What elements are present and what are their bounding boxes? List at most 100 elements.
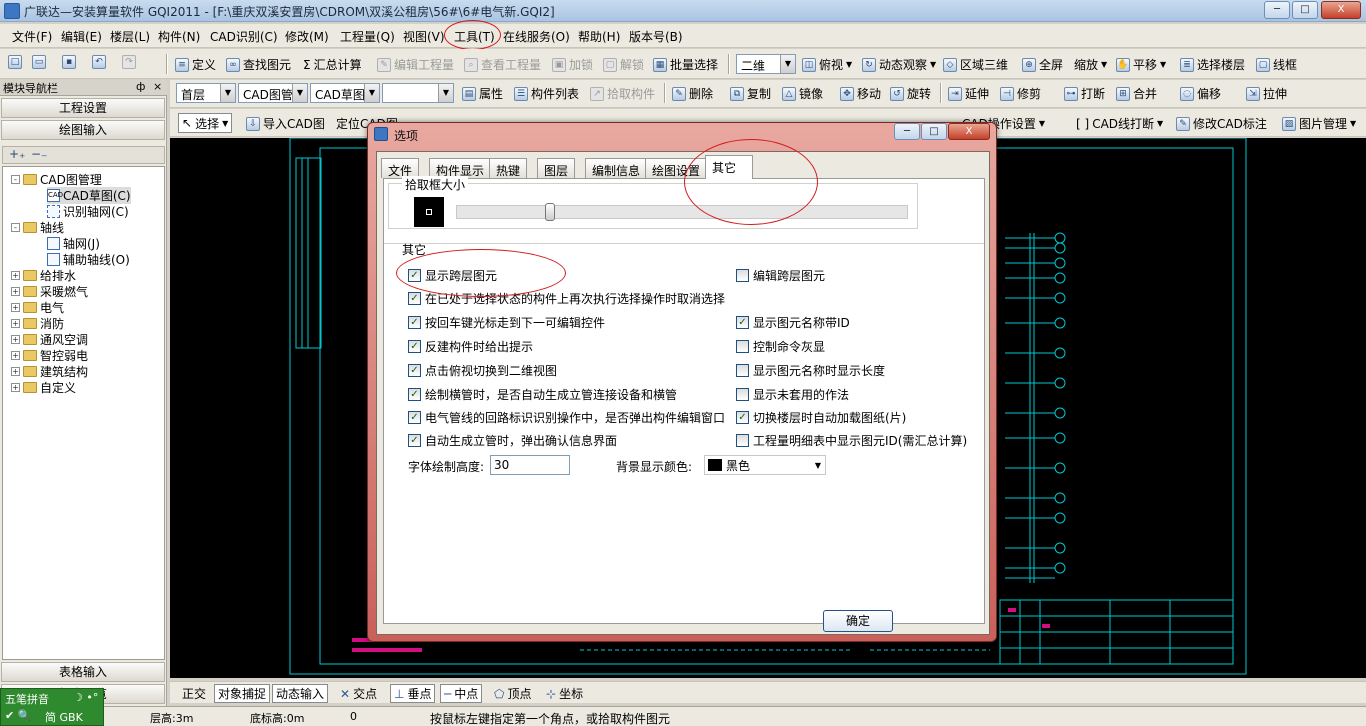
component-select[interactable]: ▼ [382, 83, 454, 103]
checkbox-auto-riser[interactable]: ✓ [408, 388, 421, 401]
menu-component[interactable]: 构件(N) [158, 28, 200, 45]
tab-compile-info[interactable]: 编制信息 [585, 158, 648, 178]
wireframe-button[interactable]: ▢ 线框 [1256, 56, 1297, 73]
ime-toolbar[interactable]: 五笔拼音 ☽ •° ✔ 🔍 简 GBK [0, 688, 104, 726]
expand-icon[interactable]: + [11, 383, 20, 392]
expand-icon[interactable]: + [11, 319, 20, 328]
drawing-input-button[interactable]: 绘图输入 [1, 120, 165, 140]
expand-icon[interactable]: + [11, 271, 20, 280]
option-enter-next-control[interactable]: ✓ 按回车键光标走到下一可编辑控件 [408, 314, 605, 331]
close-button[interactable]: X [1321, 1, 1361, 19]
define-button[interactable]: ≡ 定义 [175, 56, 216, 73]
menu-modify[interactable]: 修改(M) [285, 28, 329, 45]
pin-icon[interactable]: ф [136, 80, 145, 93]
pick-component-button[interactable]: ↗ 拾取构件 [590, 85, 655, 102]
checkbox-show-unapplied[interactable] [736, 388, 749, 401]
option-deselect-on-reselect[interactable]: ✓ 在已处于选择状态的构件上再次执行选择操作时取消选择 [408, 290, 725, 307]
find-element-button[interactable]: ∞ 查找图元 [226, 56, 291, 73]
dialog-close-button[interactable]: X [948, 123, 990, 140]
checkbox-edit-cross-floor[interactable] [736, 269, 749, 282]
tree-item-plumbing[interactable]: + 给排水 [11, 267, 76, 284]
tree-item-axis[interactable]: - 轴线 [11, 219, 64, 236]
cad-line-break-button[interactable]: [ ] CAD线打断 ▼ [1076, 115, 1163, 132]
snap-intersection-button[interactable]: ✕ 交点 [340, 685, 377, 702]
option-name-with-id[interactable]: ✓ 显示图元名称带ID [736, 314, 850, 331]
menu-version[interactable]: 版本号(B) [629, 28, 683, 45]
close-icon[interactable]: × [153, 80, 162, 93]
tab-layer[interactable]: 图层 [537, 158, 576, 178]
component-list-button[interactable]: ☰ 构件列表 [514, 85, 579, 102]
option-auto-load-drawing[interactable]: ✓ 切换楼层时自动加载图纸(片) [736, 409, 906, 426]
checkbox-show-cross-floor[interactable]: ✓ [408, 269, 421, 282]
checkbox-command-gray[interactable] [736, 340, 749, 353]
checkbox-enter-next-control[interactable]: ✓ [408, 316, 421, 329]
menu-tools[interactable]: 工具(T) [454, 28, 495, 45]
pick-box-slider-thumb[interactable] [545, 203, 555, 221]
edit-quantity-button[interactable]: ✎ 编辑工程量 [377, 56, 454, 73]
minimize-button[interactable]: ─ [1264, 1, 1290, 19]
open-file-button[interactable]: ▭ [32, 55, 46, 69]
tree-item-fire[interactable]: + 消防 [11, 315, 64, 332]
option-command-gray[interactable]: 控制命令灰显 [736, 338, 825, 355]
expand-icon[interactable]: + [11, 335, 20, 344]
stretch-button[interactable]: ⇲ 拉伸 [1246, 85, 1287, 102]
tree-item-building-structure[interactable]: + 建筑结构 [11, 363, 88, 380]
menu-floor[interactable]: 楼层(L) [110, 28, 150, 45]
modify-cad-label-button[interactable]: ✎ 修改CAD标注 [1176, 115, 1267, 132]
tree-item-hvac[interactable]: + 通风空调 [11, 331, 88, 348]
tree-item-smart-weak[interactable]: + 智控弱电 [11, 347, 88, 364]
snap-perpendicular-button[interactable]: ⊥ 垂点 [390, 684, 436, 703]
lock-button[interactable]: ▣ 加锁 [552, 56, 593, 73]
object-snap-toggle[interactable]: 对象捕捉 [214, 684, 271, 703]
checkbox-deselect-on-reselect[interactable]: ✓ [408, 292, 421, 305]
fullscreen-button[interactable]: ⊕ 全屏 [1022, 56, 1063, 73]
option-detail-show-id[interactable]: 工程量明细表中显示图元ID(需汇总计算) [736, 432, 967, 449]
option-auto-riser[interactable]: ✓ 绘制横管时，是否自动生成立管连接设备和横管 [408, 386, 677, 403]
tree-item-recognize-axis[interactable]: 识别轴网(C) [47, 203, 129, 220]
option-topview-2d[interactable]: ✓ 点击俯视切换到二维视图 [408, 362, 557, 379]
option-show-unapplied[interactable]: 显示未套用的作法 [736, 386, 849, 403]
zoom-button[interactable]: 缩放 ▼ [1074, 56, 1107, 73]
redo-button[interactable]: ↷ [122, 55, 136, 69]
image-manage-button[interactable]: ▨ 图片管理 ▼ [1282, 115, 1356, 132]
expand-all-icon[interactable]: +₊ [9, 147, 25, 161]
delete-button[interactable]: ✎ 删除 [672, 85, 713, 102]
undo-button[interactable]: ↶ [92, 55, 106, 69]
select-tool-button[interactable]: ↖ 选择 ▼ [178, 113, 233, 133]
offset-button[interactable]: ◌ 偏移 [1180, 85, 1221, 102]
tree-item-custom[interactable]: + 自定义 [11, 379, 76, 396]
tree-item-cad-management[interactable]: - CAD图管理 [11, 171, 102, 188]
maximize-button[interactable]: □ [1292, 1, 1318, 19]
expand-icon[interactable]: + [11, 351, 20, 360]
snap-coordinate-button[interactable]: ⊹ 坐标 [546, 685, 583, 702]
project-settings-button[interactable]: 工程设置 [1, 98, 165, 118]
ortho-toggle[interactable]: 正交 [182, 685, 206, 702]
summary-calc-button[interactable]: Σ 汇总计算 [303, 56, 362, 73]
top-view-button[interactable]: ◫ 俯视 ▼ [802, 56, 852, 73]
checkbox-name-with-length[interactable] [736, 364, 749, 377]
option-circuit-edit-window[interactable]: ✓ 电气管线的回路标识识别操作中，是否弹出构件编辑窗口 [408, 409, 725, 426]
dialog-minimize-button[interactable]: ─ [894, 123, 920, 140]
tab-other[interactable]: 其它 [705, 155, 753, 179]
tab-component-display[interactable]: 构件显示 [429, 158, 492, 178]
collapse-icon[interactable]: - [11, 223, 20, 232]
collapse-all-icon[interactable]: −₋ [31, 147, 47, 161]
menu-view[interactable]: 视图(V) [403, 28, 445, 45]
tab-draw-settings[interactable]: 绘图设置 [645, 158, 708, 178]
menu-file[interactable]: 文件(F) [12, 28, 52, 45]
new-file-button[interactable]: □ [8, 55, 22, 69]
copy-button[interactable]: ⧉ 复制 [730, 85, 771, 102]
category-select[interactable]: CAD图管 ▼ [238, 83, 308, 103]
bg-color-select[interactable]: 黑色 ▼ [704, 455, 826, 475]
ok-button[interactable]: 确定 [823, 610, 893, 632]
view-mode-select[interactable]: 二维 ▼ [736, 54, 796, 74]
break-button[interactable]: ⊶ 打断 [1064, 85, 1105, 102]
rotate-button[interactable]: ↺ 旋转 [890, 85, 931, 102]
import-cad-button[interactable]: ⇩ 导入CAD图 [246, 115, 325, 132]
table-input-button[interactable]: 表格输入 [1, 662, 165, 682]
tab-file[interactable]: 文件 [381, 158, 420, 178]
snap-vertex-button[interactable]: ⬠ 顶点 [494, 685, 531, 702]
region-3d-button[interactable]: ◇ 区域三维 [943, 56, 1008, 73]
font-height-input[interactable]: 30 [490, 455, 570, 475]
type-select[interactable]: CAD草图 ▼ [310, 83, 380, 103]
